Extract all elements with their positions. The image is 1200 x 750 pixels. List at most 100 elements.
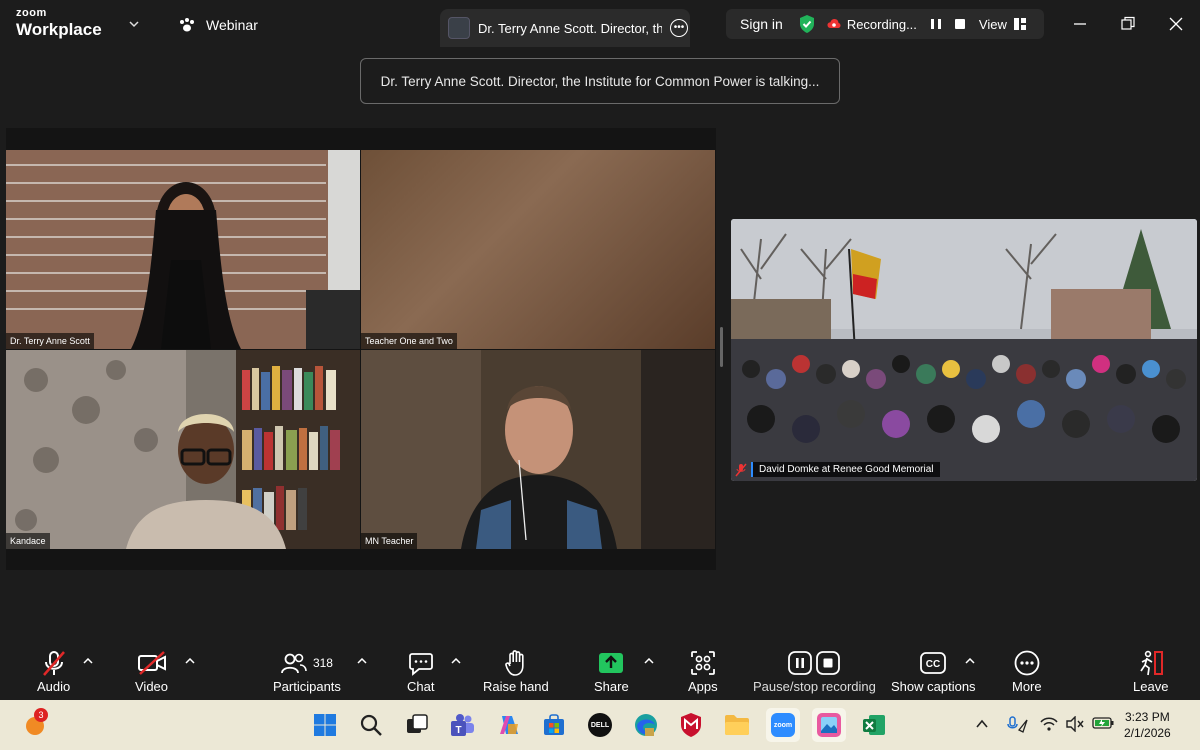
panel-resize-handle[interactable]: [720, 327, 723, 367]
task-view-button[interactable]: [402, 710, 432, 740]
logo-line1: zoom: [16, 7, 47, 19]
edge-app[interactable]: [631, 710, 661, 740]
battery-charging-icon[interactable]: [1092, 716, 1114, 730]
zoom-app[interactable]: zoom: [766, 708, 800, 742]
sign-in-button[interactable]: Sign in: [726, 16, 797, 32]
raise-hand-label: Raise hand: [483, 679, 549, 694]
store-icon: [544, 714, 564, 735]
excel-icon: [863, 715, 885, 735]
participants-button[interactable]: 318 Participants: [273, 648, 341, 694]
video-tile-mn-teacher[interactable]: MN Teacher: [361, 350, 715, 549]
windows-taskbar: 3 T DELL zoom 3:23 PM 2/1/2026: [0, 700, 1200, 750]
recording-label: Recording...: [846, 16, 917, 32]
video-gallery: Dr. Terry Anne Scott Teacher One and Two: [6, 128, 716, 570]
speaker-tab-text: Dr. Terry Anne Scott. Director, th: [478, 20, 662, 36]
pause-icon[interactable]: [929, 17, 943, 31]
show-captions-button[interactable]: CC Show captions: [891, 648, 976, 694]
audio-label: Audio: [37, 679, 71, 694]
participants-count: 318: [312, 656, 333, 670]
system-clock[interactable]: 3:23 PM 2/1/2026: [1124, 709, 1171, 741]
more-icon: [1014, 650, 1040, 676]
webinar-label: Webinar: [206, 17, 258, 33]
audio-button[interactable]: Audio: [37, 648, 70, 694]
chat-icon: [408, 653, 433, 676]
video-tile-kandace[interactable]: Kandace: [6, 350, 360, 549]
more-button[interactable]: More: [1012, 648, 1042, 694]
leave-button[interactable]: Leave: [1133, 648, 1168, 694]
apps-label: Apps: [688, 679, 718, 694]
shield-check-icon[interactable]: [797, 14, 817, 34]
teams-app[interactable]: T: [447, 710, 477, 740]
store-app[interactable]: [539, 710, 569, 740]
volume-muted-icon[interactable]: [1066, 716, 1084, 732]
header-controls: Sign in Recording... View: [726, 9, 1044, 39]
video-button[interactable]: Video: [135, 648, 168, 694]
tile-name-label: Teacher One and Two: [361, 333, 457, 349]
location-mic-tray-icon[interactable]: [1006, 716, 1028, 734]
video-tile-terry-scott[interactable]: Dr. Terry Anne Scott: [6, 150, 360, 349]
chevron-down-icon[interactable]: [128, 18, 140, 30]
start-button[interactable]: [310, 710, 340, 740]
speaker-avatar: [448, 17, 470, 39]
copilot-icon: [500, 716, 518, 734]
recording-status[interactable]: Recording...: [827, 17, 967, 32]
show-captions-label: Show captions: [891, 679, 976, 694]
restore-icon[interactable]: [1118, 14, 1138, 34]
share-options-caret-icon[interactable]: [644, 658, 654, 664]
minimize-icon[interactable]: [1070, 14, 1090, 34]
grid-view-icon: [1013, 18, 1026, 30]
mcafee-shield-icon: [681, 713, 701, 737]
share-button[interactable]: Share: [594, 648, 629, 694]
taskbar-search[interactable]: [356, 710, 386, 740]
chat-options-caret-icon[interactable]: [451, 658, 461, 664]
file-explorer-app[interactable]: [722, 710, 752, 740]
share-screen-icon: [599, 653, 624, 673]
webcam-person: [361, 350, 715, 549]
stop-icon[interactable]: [953, 17, 967, 31]
shared-video-tile[interactable]: David Domke at Renee Good Memorial: [731, 219, 1197, 481]
video-off-icon: [137, 651, 166, 675]
show-hidden-icons-chevron-icon[interactable]: [976, 719, 988, 729]
active-speaker-tab[interactable]: Dr. Terry Anne Scott. Director, th •••: [440, 9, 690, 47]
webinar-indicator: Webinar: [178, 16, 258, 34]
tile-name-label: Dr. Terry Anne Scott: [6, 333, 94, 349]
brick-wall-background: [6, 150, 360, 349]
excel-app[interactable]: [859, 710, 889, 740]
pause-stop-recording-button[interactable]: Pause/stop recording: [753, 648, 876, 694]
close-icon[interactable]: [1166, 14, 1186, 34]
share-label: Share: [594, 679, 629, 694]
copilot-app[interactable]: [494, 710, 524, 740]
chat-button[interactable]: Chat: [407, 648, 434, 694]
weather-widget[interactable]: 3: [20, 708, 50, 740]
apps-button[interactable]: Apps: [688, 648, 718, 694]
logo-line2: Workplace: [16, 20, 102, 39]
participants-icon: [281, 653, 307, 674]
photos-app[interactable]: [812, 708, 846, 742]
more-options-icon[interactable]: •••: [670, 19, 688, 37]
dell-app[interactable]: DELL: [585, 710, 615, 740]
task-view-icon: [407, 714, 428, 733]
video-options-caret-icon[interactable]: [185, 658, 195, 664]
dell-label: DELL: [590, 721, 610, 729]
wifi-icon[interactable]: [1040, 716, 1058, 732]
tile-name-label: Kandace: [6, 533, 50, 549]
mcafee-app[interactable]: [676, 710, 706, 740]
speaking-banner-text: Dr. Terry Anne Scott. Director, the Inst…: [380, 73, 820, 89]
more-label: More: [1012, 679, 1042, 694]
mic-muted-icon: [42, 651, 65, 676]
raise-hand-button[interactable]: Raise hand: [483, 648, 549, 694]
leave-label: Leave: [1133, 679, 1169, 694]
participants-options-caret-icon[interactable]: [357, 658, 367, 664]
video-tile-teacher-one-and-two[interactable]: Teacher One and Two: [361, 150, 715, 349]
captions-options-caret-icon[interactable]: [965, 658, 975, 664]
folder-icon: [725, 715, 749, 735]
zoom-workplace-logo: zoom Workplace: [16, 7, 102, 39]
closed-captions-icon: CC: [920, 652, 947, 674]
title-bar: zoom Workplace Webinar Dr. Terry Anne Sc…: [0, 0, 1200, 50]
view-button[interactable]: View: [979, 17, 1027, 32]
audio-options-caret-icon[interactable]: [83, 658, 93, 664]
teams-icon: T: [451, 714, 474, 736]
recording-control-label: Pause/stop recording: [753, 679, 876, 694]
edge-icon: [635, 714, 657, 736]
chat-label: Chat: [407, 679, 435, 694]
